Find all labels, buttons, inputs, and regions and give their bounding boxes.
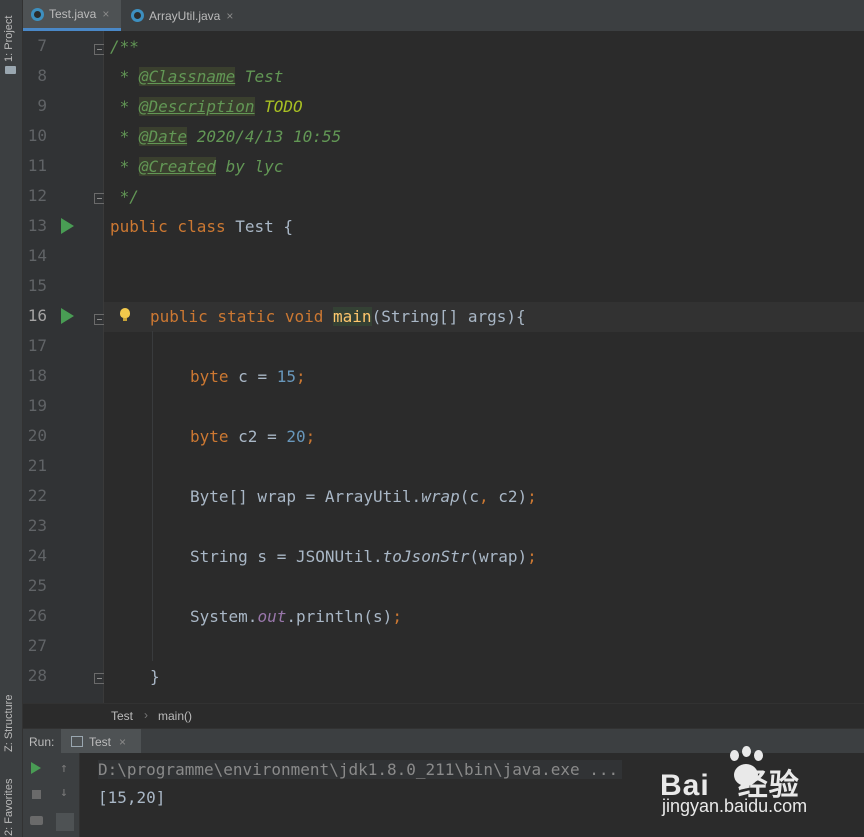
code-line-16: public static void main(String[] args){ <box>150 307 526 326</box>
close-icon[interactable]: × <box>119 735 126 749</box>
line-number: 7 <box>37 36 47 55</box>
run-tab-test[interactable]: Test × <box>61 729 141 754</box>
run-main-icon[interactable] <box>61 308 74 324</box>
console-command-line: D:\programme\environment\jdk1.8.0_211\bi… <box>98 760 623 779</box>
console-icon <box>71 736 83 747</box>
camera-icon[interactable] <box>30 816 43 825</box>
paw-logo-icon <box>742 746 751 757</box>
run-toolbar: ↑ ↓ <box>23 753 80 837</box>
line-number: 15 <box>27 276 47 295</box>
tab-test-java[interactable]: Test.java × <box>23 0 121 31</box>
run-label: Run: <box>29 735 55 749</box>
line-number: 24 <box>27 546 47 565</box>
line-number: 22 <box>27 486 47 505</box>
code-editor[interactable]: /** * @Classname Test * @Description TOD… <box>104 31 864 703</box>
favorites-tool-button[interactable]: 2: Favorites <box>3 779 15 836</box>
code-line-9: * @Description TODO <box>110 97 303 116</box>
line-number: 8 <box>37 66 47 85</box>
line-number: 16 <box>27 306 47 325</box>
line-number: 12 <box>27 186 47 205</box>
code-line-11: * @Created by lyc <box>110 157 284 176</box>
line-number: 9 <box>37 96 47 115</box>
line-number: 20 <box>27 426 47 445</box>
line-number: 27 <box>27 636 47 655</box>
up-arrow-icon[interactable]: ↑ <box>60 761 68 776</box>
rerun-icon[interactable] <box>31 762 41 774</box>
breadcrumb-method[interactable]: main() <box>158 709 192 723</box>
watermark-url: jingyan.baidu.com <box>662 796 808 816</box>
soft-wrap-icon[interactable] <box>56 813 74 831</box>
line-number: 21 <box>27 456 47 475</box>
lightbulb-icon[interactable] <box>120 308 130 321</box>
line-number: 26 <box>27 606 47 625</box>
line-number: 28 <box>27 666 47 685</box>
code-line-13: public class Test { <box>110 217 294 236</box>
project-folder-icon[interactable] <box>5 66 16 74</box>
line-number: 14 <box>27 246 47 265</box>
java-class-icon <box>131 9 144 22</box>
line-number: 19 <box>27 396 47 415</box>
line-number: 10 <box>27 126 47 145</box>
line-number: 13 <box>27 216 47 235</box>
console-output-line: [15,20] <box>98 788 166 807</box>
editor-gutter[interactable]: 7 8 9 10 11 12 13 14 15 16 17 18 19 20 2… <box>23 31 105 703</box>
code-line-24: String s = JSONUtil.toJsonStr(wrap); <box>190 547 537 566</box>
project-tool-button[interactable]: 1: Project <box>3 16 15 62</box>
stop-icon[interactable] <box>32 790 41 799</box>
editor-tab-bar: Test.java × ArrayUtil.java × <box>23 0 864 32</box>
breadcrumb-separator: › <box>144 708 148 722</box>
line-number: 25 <box>27 576 47 595</box>
line-number: 17 <box>27 336 47 355</box>
code-line-18: byte c = 15; <box>190 367 306 386</box>
close-icon[interactable]: × <box>102 7 109 21</box>
indent-guide <box>152 331 153 661</box>
tab-arrayutil-java[interactable]: ArrayUtil.java × <box>123 0 247 31</box>
line-number: 11 <box>27 156 47 175</box>
breadcrumb: Test › main() <box>23 703 864 729</box>
run-class-icon[interactable] <box>61 218 74 234</box>
java-class-icon <box>31 7 44 21</box>
line-number: 18 <box>27 366 47 385</box>
code-line-26: System.out.println(s); <box>190 607 402 626</box>
line-number: 23 <box>27 516 47 535</box>
code-line-10: * @Date 2020/4/13 10:55 <box>110 127 342 146</box>
code-line-12: */ <box>110 187 139 206</box>
structure-tool-button[interactable]: Z: Structure <box>3 695 15 752</box>
baidu-jingyan-watermark: Bai 经验 jingyan.baidu.com <box>660 742 860 822</box>
code-line-8: * @Classname Test <box>110 67 284 86</box>
tab-label: Test.java <box>49 7 97 21</box>
left-tool-strip: 1: Project Z: Structure 2: Favorites <box>0 0 23 837</box>
code-line-28: } <box>150 667 160 686</box>
code-line-7: /** <box>110 37 139 56</box>
breadcrumb-class[interactable]: Test <box>111 709 133 723</box>
code-line-20: byte c2 = 20; <box>190 427 316 446</box>
close-icon[interactable]: × <box>226 9 233 23</box>
down-arrow-icon[interactable]: ↓ <box>60 785 68 800</box>
tab-label: ArrayUtil.java <box>149 8 221 23</box>
code-line-22: Byte[] wrap = ArrayUtil.wrap(c, c2); <box>190 487 537 506</box>
run-tab-label: Test <box>89 734 112 749</box>
